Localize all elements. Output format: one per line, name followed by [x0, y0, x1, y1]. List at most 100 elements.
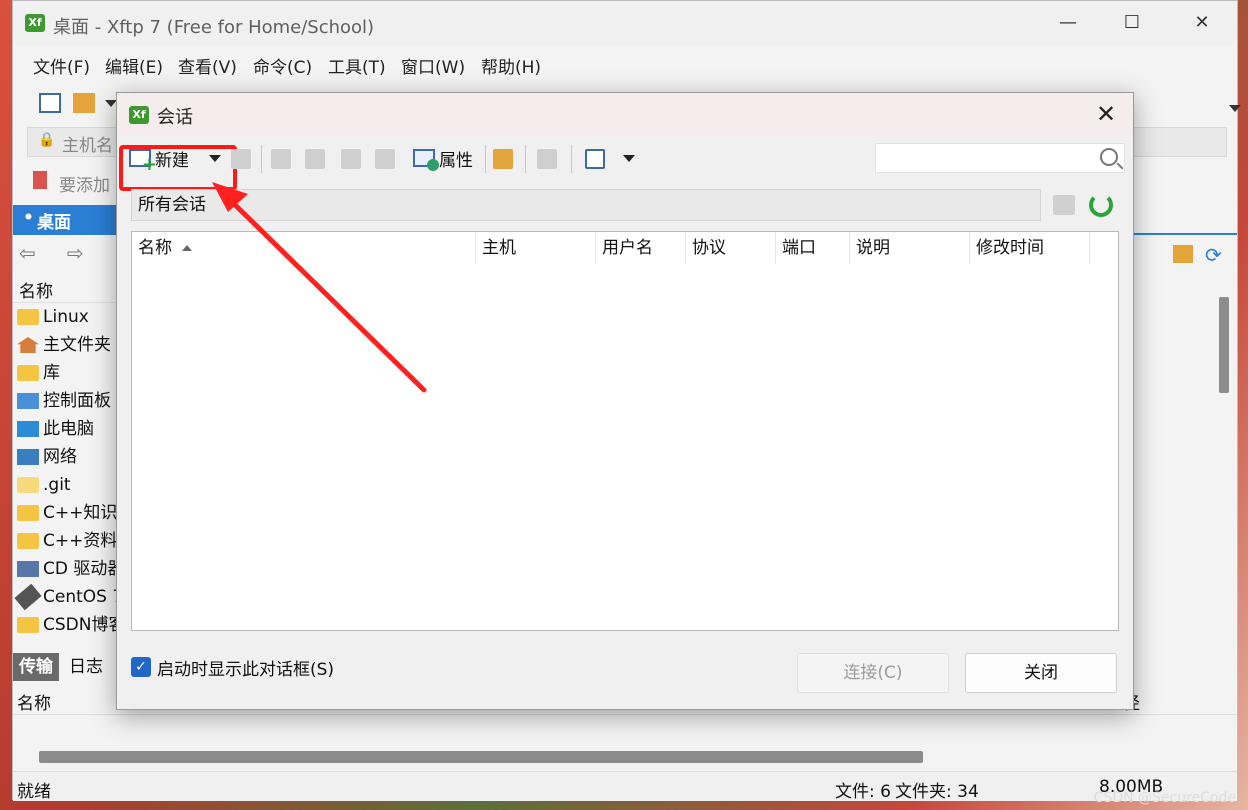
chevron-down-icon[interactable] [623, 155, 635, 162]
chevron-down-icon[interactable] [1229, 105, 1241, 112]
list-item[interactable]: 库 [13, 359, 129, 387]
status-bar: 就绪 文件: 6 文件夹: 34 8.00MB [13, 771, 1237, 802]
menu-view[interactable]: 查看(V) [178, 53, 237, 78]
tab-log[interactable]: 日志 [63, 653, 109, 681]
window-title: 桌面 - Xftp 7 (Free for Home/School) [53, 17, 375, 38]
bookmark-icon [33, 171, 47, 189]
folder-icon [17, 365, 39, 381]
column-header-port[interactable]: 端口 [776, 232, 850, 264]
menu-window[interactable]: 窗口(W) [401, 53, 465, 78]
title-bar: Xf 桌面 - Xftp 7 (Free for Home/School) — … [13, 1, 1237, 45]
properties-icon [413, 149, 439, 171]
column-header-modified[interactable]: 修改时间 [970, 232, 1090, 264]
column-header-protocol[interactable]: 协议 [686, 232, 776, 264]
menu-tools[interactable]: 工具(T) [328, 53, 386, 78]
search-icon[interactable] [1100, 148, 1118, 166]
list-item[interactable]: CSDN博客 [13, 611, 129, 639]
file-count: 文件: 6 [835, 782, 891, 802]
column-label: 用户名 [602, 238, 653, 258]
column-label: 主机 [482, 238, 516, 258]
refresh-icon[interactable]: ⟳ [1205, 243, 1222, 267]
up-folder-icon [1053, 195, 1075, 215]
list-item[interactable]: CD 驱动器 [13, 555, 129, 583]
file-list-header[interactable]: 名称 [13, 275, 129, 303]
column-label: 名称 [138, 238, 172, 258]
menu-help[interactable]: 帮助(H) [481, 53, 541, 78]
minimize-button[interactable]: — [1053, 11, 1083, 35]
column-header-description[interactable]: 说明 [850, 232, 970, 264]
list-item[interactable]: Linux [13, 303, 129, 331]
forward-arrow-icon[interactable]: ⇨ [67, 241, 84, 265]
column-label: 协议 [692, 238, 726, 258]
toolbar-separator [261, 145, 262, 173]
folder-icon [17, 309, 39, 325]
watermark: CSDN @SecureCode [1093, 790, 1236, 806]
list-item[interactable]: .git [13, 471, 129, 499]
dialog-title: 会话 [157, 107, 193, 128]
sort-ascending-icon [182, 245, 192, 251]
list-item[interactable]: CentOS 7 [13, 583, 129, 611]
column-header-host[interactable]: 主机 [476, 232, 596, 264]
list-item[interactable]: C++资料 [13, 527, 129, 555]
computer-icon [17, 421, 39, 437]
connect-button[interactable]: 连接(C) [797, 653, 949, 693]
session-table[interactable]: 名称 主机 用户名 协议 端口 说明 修改时间 [131, 231, 1119, 631]
folder-icon [17, 477, 39, 493]
usb-icon [14, 583, 42, 611]
file-name: CentOS 7 [43, 587, 124, 607]
drive-icon [17, 561, 39, 577]
list-item[interactable]: 此电脑 [13, 415, 129, 443]
xftp-app-icon: Xf [129, 106, 149, 124]
hint-text: 要添加 [59, 176, 110, 196]
view-mode-icon[interactable] [585, 149, 605, 169]
tab-desktop-label: 桌面 [37, 213, 71, 233]
open-folder-icon[interactable] [73, 93, 95, 113]
file-name: 此电脑 [43, 419, 94, 439]
tab-transfer[interactable]: 传输 [13, 653, 59, 681]
maximize-button[interactable]: ☐ [1117, 11, 1147, 35]
refresh-icon[interactable] [1089, 193, 1113, 217]
list-item[interactable]: 控制面板 [13, 387, 129, 415]
column-header-username[interactable]: 用户名 [596, 232, 686, 264]
column-label: 端口 [782, 238, 816, 258]
dialog-close-icon[interactable]: ✕ [1093, 101, 1119, 127]
file-name: 主文件夹 [43, 335, 111, 355]
column-label: 说明 [856, 238, 890, 258]
close-window-button[interactable]: ✕ [1187, 11, 1217, 35]
back-arrow-icon[interactable]: ⇦ [19, 241, 36, 265]
file-name: 库 [43, 363, 60, 383]
file-name: 控制面板 [43, 391, 111, 411]
new-session-icon[interactable] [39, 93, 61, 113]
file-name: CSDN博客 [43, 615, 126, 635]
menu-command[interactable]: 命令(C) [253, 53, 312, 78]
horizontal-scrollbar[interactable] [39, 751, 923, 763]
column-name: 名称 [17, 694, 51, 714]
home-folder-icon[interactable] [1173, 245, 1193, 263]
highlight-annotation [119, 145, 237, 191]
shortcut-icon [537, 149, 557, 169]
list-item[interactable]: 主文件夹 [13, 331, 129, 359]
menu-edit[interactable]: 编辑(E) [105, 53, 163, 78]
menu-bar: 文件(F) 编辑(E) 查看(V) 命令(C) 工具(T) 窗口(W) 帮助(H… [13, 49, 1237, 81]
folder-icon [17, 533, 39, 549]
show-on-startup-label[interactable]: 启动时显示此对话框(S) [157, 655, 334, 680]
breadcrumb[interactable]: 所有会话 [131, 189, 1041, 221]
session-dialog: Xf 会话 ✕ 新建 属性 所有会话 名称 主机 [116, 92, 1134, 710]
menu-file[interactable]: 文件(F) [33, 53, 90, 78]
file-list: Linux 主文件夹 库 控制面板 此电脑 网络 .git C++知识 C++资… [13, 303, 129, 639]
host-placeholder: 主机名 [62, 136, 113, 156]
file-name: C++知识 [43, 503, 118, 523]
toolbar-separator [485, 145, 486, 173]
new-folder-icon[interactable] [493, 149, 513, 169]
list-item[interactable]: 网络 [13, 443, 129, 471]
paste-icon [341, 149, 361, 169]
close-button[interactable]: 关闭 [965, 653, 1117, 693]
list-item[interactable]: C++知识 [13, 499, 129, 527]
show-on-startup-checkbox[interactable]: ✓ [131, 657, 151, 677]
copy-icon [305, 149, 325, 169]
session-search-input[interactable] [875, 143, 1125, 173]
column-header-name[interactable]: 名称 [132, 232, 476, 264]
vertical-scrollbar[interactable] [1219, 297, 1229, 393]
new-session-button[interactable]: 新建 [119, 143, 237, 191]
tab-dot-icon: • [23, 208, 34, 228]
